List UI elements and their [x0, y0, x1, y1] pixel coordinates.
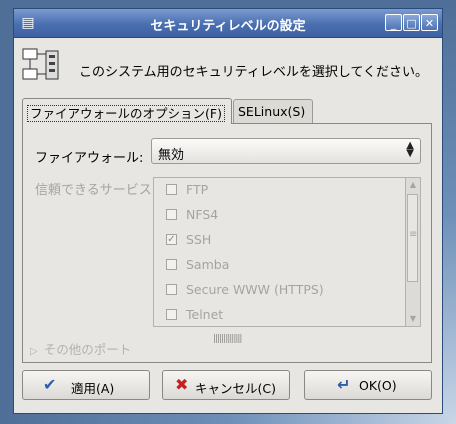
service-label: SSH [186, 232, 212, 247]
service-item-samba[interactable]: Samba [154, 253, 394, 278]
service-item-ssh[interactable]: ✓ SSH [154, 228, 394, 253]
service-checkbox[interactable] [166, 309, 177, 320]
security-level-dialog: ▤ セキュリティレベルの設定 _ □ ✕ このシステム用のセキュリティレベルを選… [13, 8, 443, 414]
cross-icon: ✖ [175, 375, 189, 394]
expander-triangle-icon: ▷ [30, 346, 38, 357]
service-label: NFS4 [186, 207, 219, 222]
enter-arrow-icon: ↵ [337, 375, 351, 394]
ok-label: OK(O) [359, 378, 397, 393]
scroll-down-icon[interactable]: ▼ [406, 312, 420, 326]
apply-button[interactable]: ✔ 適用(A) [22, 370, 150, 400]
tab-firewall-options[interactable]: ファイアウォールのオプション(F) [22, 98, 232, 124]
firewall-label: ファイアウォール: [35, 151, 144, 166]
firewall-options-panel: ファイアウォール: 無効 ▲ ▼ 信頼できるサービス: FTP NFS4 ✓ SS… [22, 123, 432, 363]
firewall-select-value: 無効 [158, 148, 185, 163]
resize-grip[interactable]: |||||||||||||| [213, 334, 242, 344]
firewall-select[interactable]: 無効 ▲ ▼ [151, 138, 421, 164]
trusted-services-label: 信頼できるサービス: [35, 183, 157, 198]
service-item-ftp[interactable]: FTP [154, 178, 394, 203]
scroll-up-icon[interactable]: ▲ [406, 178, 420, 192]
tab-selinux[interactable]: SELinux(S) [233, 99, 313, 123]
updown-arrow-icon: ▲ ▼ [406, 140, 414, 159]
security-computer-icon [22, 48, 59, 80]
service-item-nfs4[interactable]: NFS4 [154, 203, 394, 228]
service-checkbox-checked[interactable]: ✓ [166, 234, 177, 245]
other-ports-label: その他のポート [43, 342, 132, 357]
titlebar[interactable]: ▤ セキュリティレベルの設定 _ □ ✕ [14, 9, 442, 38]
cancel-label: キャンセル(C) [195, 381, 276, 396]
service-checkbox[interactable] [166, 209, 177, 220]
window-title: セキュリティレベルの設定 [150, 19, 306, 34]
maximize-button[interactable]: □ [403, 14, 420, 31]
header: このシステム用のセキュリティレベルを選択してください。 [22, 47, 434, 87]
trusted-services-list: FTP NFS4 ✓ SSH Samba Secure WWW (HTTPS) … [153, 177, 421, 327]
services-scrollbar[interactable]: ▲ ▼ [405, 178, 420, 326]
service-label: FTP [186, 182, 209, 197]
service-item-https[interactable]: Secure WWW (HTTPS) [154, 278, 394, 303]
cancel-button[interactable]: ✖ キャンセル(C) [162, 370, 290, 400]
service-checkbox[interactable] [166, 259, 177, 270]
apply-label: 適用(A) [71, 381, 115, 396]
minimize-button[interactable]: _ [385, 14, 402, 31]
tab-firewall-options-label: ファイアウォールのオプション(F) [27, 105, 225, 122]
service-label: Secure WWW (HTTPS) [186, 282, 324, 297]
other-ports-expander[interactable]: ▷ その他のポート [30, 339, 131, 358]
service-item-telnet[interactable]: Telnet [154, 303, 394, 328]
header-message: このシステム用のセキュリティレベルを選択してください。 [79, 65, 429, 80]
checkmark-icon: ✔ [43, 375, 57, 394]
ok-button[interactable]: ↵ OK(O) [304, 370, 432, 400]
service-label: Samba [186, 257, 230, 272]
service-checkbox[interactable] [166, 184, 177, 195]
service-checkbox[interactable] [166, 284, 177, 295]
close-button[interactable]: ✕ [421, 14, 438, 31]
service-label: Telnet [186, 307, 224, 322]
tab-selinux-label: SELinux(S) [238, 104, 306, 119]
scrollbar-thumb[interactable] [407, 194, 418, 282]
